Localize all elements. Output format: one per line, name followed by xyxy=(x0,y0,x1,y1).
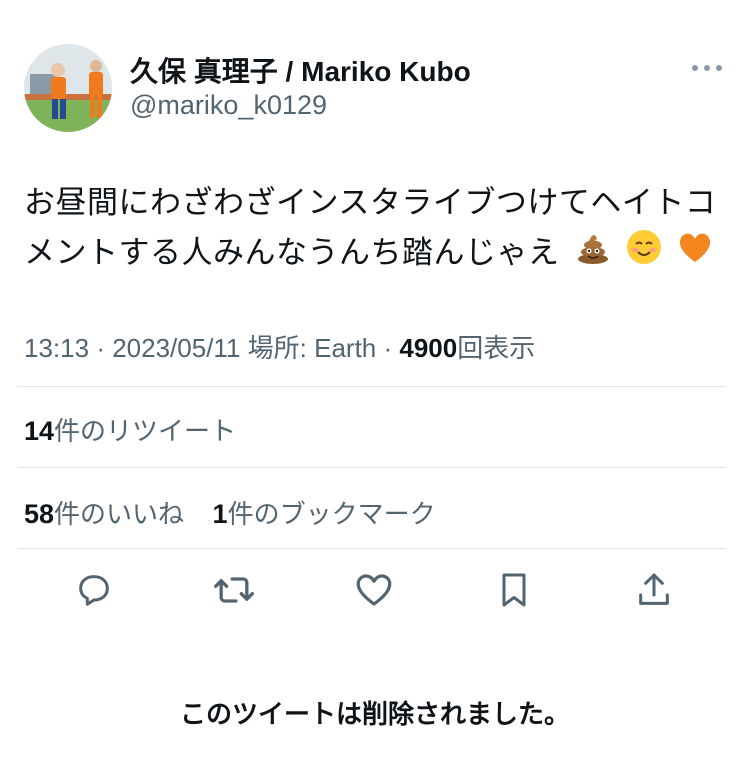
author-display-name[interactable]: 久保 真理子 / Mariko Kubo xyxy=(130,50,471,90)
like-icon[interactable] xyxy=(352,568,396,612)
bookmark-icon[interactable] xyxy=(492,568,536,612)
meta-separator: · xyxy=(96,333,105,363)
views-count: 4900 xyxy=(399,333,458,363)
avatar[interactable] xyxy=(24,44,112,132)
divider xyxy=(18,386,726,387)
pile-of-poo-icon xyxy=(575,229,611,280)
author-handle[interactable]: @mariko_k0129 xyxy=(130,90,327,121)
retweets-count: 14 xyxy=(24,416,55,446)
tweet-text: お昼間にわざわざインスタライブつけてヘイトコメントする人みんなうんち踏んじゃえ xyxy=(24,178,734,280)
bookmarks-label: 件のブックマーク xyxy=(227,499,436,529)
likes-count: 58 xyxy=(24,499,55,529)
share-icon[interactable] xyxy=(632,568,676,612)
retweets-label: 件のリツイート xyxy=(54,416,237,446)
tweet-meta: 13:13 · 2023/05/11 場所: Earth · 4900回表示 xyxy=(24,328,535,365)
orange-heart-icon xyxy=(677,229,713,280)
reply-icon[interactable] xyxy=(72,568,116,612)
smiling-face-icon xyxy=(626,229,662,280)
tweet-body: お昼間にわざわざインスタライブつけてヘイトコメントする人みんなうんち踏んじゃえ xyxy=(24,185,717,270)
divider xyxy=(18,467,726,468)
avatar-image xyxy=(24,44,112,132)
divider xyxy=(18,548,726,549)
likes-bookmarks-stat: 58件のいいね 1件のブックマーク xyxy=(24,494,436,531)
retweets-stat[interactable]: 14件のリツイート xyxy=(24,411,236,448)
retweet-icon[interactable] xyxy=(212,568,256,612)
meta-separator: · xyxy=(383,333,393,363)
action-bar xyxy=(0,568,750,620)
more-options-icon[interactable] xyxy=(692,58,722,78)
views-label: 回表示 xyxy=(457,333,536,363)
deleted-notice: このツイートは削除されました。 xyxy=(179,699,570,729)
bookmarks-count: 1 xyxy=(212,499,228,529)
likes-stat[interactable]: 58件のいいね xyxy=(24,499,184,529)
tweet-date[interactable]: 2023/05/11 xyxy=(112,333,240,363)
tweet-time[interactable]: 13:13 xyxy=(24,333,89,363)
bookmarks-stat[interactable]: 1件のブックマーク xyxy=(213,499,436,529)
likes-label: 件のいいね xyxy=(54,499,185,529)
tweet-location: 場所: Earth xyxy=(247,333,377,363)
